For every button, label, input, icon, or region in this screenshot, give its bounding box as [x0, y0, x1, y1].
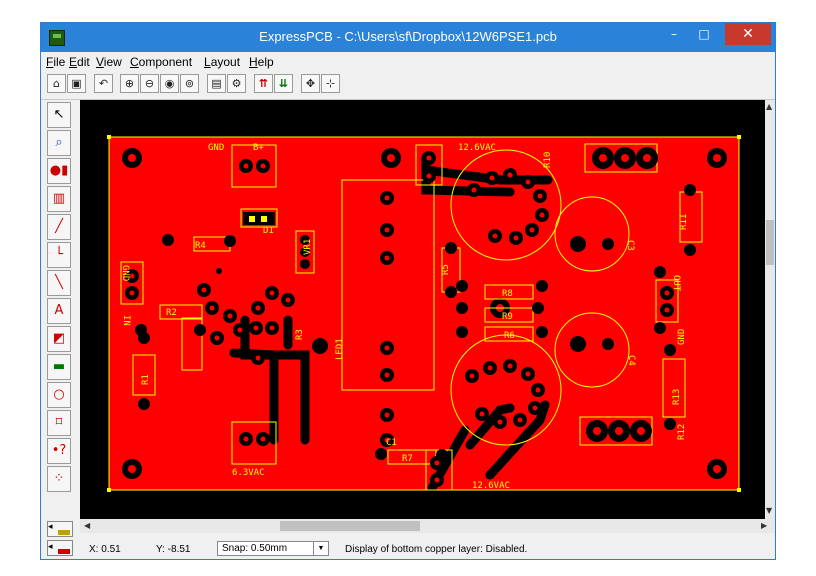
close-button[interactable]: ✕ [725, 23, 771, 45]
chevron-down-icon[interactable]: ▼ [313, 542, 328, 555]
pcb-label: OUT [671, 275, 681, 292]
tool-palette: ↖ ⌕ ●▮ ▥ ╱ └ ╲ A ◩ ▬ ○ ⌑ •? ⁘ [41, 100, 79, 521]
toolbar: ⌂ ▣ ↶ ⊕ ⊖ ◉ ⊚ ▤ ⚙ ⇈ ⇊ ✥ ⊹ [41, 71, 775, 100]
zoom-fit-icon[interactable]: ⊚ [180, 74, 199, 93]
pcb-label: C1 [386, 438, 397, 448]
pcb-label: R4 [195, 241, 206, 251]
properties-icon[interactable]: ▤ [207, 74, 226, 93]
circle-tool-icon[interactable]: ○ [47, 382, 71, 408]
pcb-label: R5 [441, 264, 451, 275]
pcb-label: IN [121, 315, 131, 326]
menu-component[interactable]: Component [130, 55, 192, 69]
scroll-down-icon[interactable]: ▼ [766, 506, 772, 515]
zoom-in-icon[interactable]: ⊕ [120, 74, 139, 93]
status-bar: ◂ X: 0.51 Y: -8.51 Snap: 0.50mm ▼ Displa… [41, 539, 775, 559]
top-layer-toggle-icon[interactable]: ◂ [47, 521, 73, 537]
pcb-label: C4 [626, 355, 636, 366]
pcb-label: D1 [263, 226, 274, 236]
ground-plane-icon[interactable]: ▬ [47, 354, 71, 380]
pcb-label: R10 [543, 152, 553, 168]
bottom-layer-toggle-icon[interactable]: ◂ [47, 540, 73, 556]
query-tool-icon[interactable]: •? [47, 438, 71, 464]
component-tool-icon[interactable]: ▥ [47, 186, 71, 212]
cursor-x-readout: X: 0.51 [89, 544, 121, 555]
corner-trace-icon[interactable]: └ [47, 242, 71, 268]
pcb-canvas[interactable]: GND B+ 12.6VAC R10 R4 D1 VR1 R11 GND R5 … [80, 100, 765, 519]
menu-help[interactable]: Help [249, 55, 274, 69]
pcb-label: 6.3VAC [232, 468, 265, 478]
trace-tool-icon[interactable]: ╱ [47, 214, 71, 240]
zoom-tool-icon[interactable]: ⌕ [47, 130, 71, 156]
pcb-label: R7 [402, 454, 413, 464]
select-tool-icon[interactable]: ↖ [47, 102, 71, 128]
menu-edit[interactable]: Edit [69, 55, 90, 69]
vertical-scrollbar[interactable]: ▲ ▼ [765, 100, 775, 519]
fill-plane-icon[interactable]: ◩ [47, 326, 71, 352]
scroll-left-icon[interactable]: ◀ [84, 521, 90, 530]
pcb-label: B+ [253, 143, 264, 153]
pcb-label: C3 [625, 240, 635, 251]
snap-grid-select[interactable]: Snap: 0.50mm ▼ [217, 541, 329, 556]
pcb-label: 12.6VAC [472, 481, 510, 491]
horizontal-scroll-thumb[interactable] [280, 521, 420, 531]
move-icon[interactable]: ✥ [301, 74, 320, 93]
component-manager-icon[interactable]: ⚙ [227, 74, 246, 93]
pcb-label: 12.6VAC [458, 143, 496, 153]
maximize-button[interactable]: □ [689, 23, 719, 45]
save-icon[interactable]: ▣ [67, 74, 86, 93]
pcb-label: LED1 [335, 338, 345, 360]
minimize-button[interactable]: – [659, 23, 689, 45]
scroll-right-icon[interactable]: ▶ [761, 521, 767, 530]
rectangle-tool-icon[interactable]: ⌑ [47, 410, 71, 436]
menu-view[interactable]: View [96, 55, 122, 69]
menu-file[interactable]: File [46, 55, 65, 69]
pad-tool-icon[interactable]: ●▮ [47, 158, 71, 184]
menu-layout[interactable]: Layout [204, 55, 240, 69]
open-file-icon[interactable]: ⌂ [47, 74, 66, 93]
pcb-label: R12 [677, 424, 687, 440]
zoom-area-icon[interactable]: ◉ [160, 74, 179, 93]
snap-value: Snap: 0.50mm [222, 543, 288, 554]
pcb-label: R1 [141, 374, 151, 385]
undo-icon[interactable]: ↶ [94, 74, 113, 93]
bottom-layer-icon[interactable]: ⇊ [274, 74, 293, 93]
center-icon[interactable]: ⊹ [321, 74, 340, 93]
pcb-label: GND [208, 143, 224, 153]
pcb-label: R13 [672, 389, 682, 405]
status-message: Display of bottom copper layer: Disabled… [345, 544, 528, 555]
pcb-label: R9 [502, 312, 513, 322]
zoom-out-icon[interactable]: ⊖ [140, 74, 159, 93]
pcb-label: R2 [166, 308, 177, 318]
pcb-label: R8 [502, 289, 513, 299]
pcb-label: GND [120, 265, 130, 281]
pcb-label: R11 [679, 214, 689, 230]
title-bar[interactable]: ExpressPCB - C:\Users\sf\Dropbox\12W6PSE… [41, 23, 775, 52]
cursor-y-readout: Y: -8.51 [156, 544, 191, 555]
pcb-label: R6 [504, 331, 515, 341]
pcb-label: GND [677, 329, 687, 345]
app-window: ExpressPCB - C:\Users\sf\Dropbox\12W6PSE… [40, 22, 776, 560]
scroll-up-icon[interactable]: ▲ [766, 102, 772, 111]
vertical-scroll-thumb[interactable] [766, 220, 774, 265]
pcb-board-drawing: GND B+ 12.6VAC R10 R4 D1 VR1 R11 GND R5 … [107, 135, 741, 493]
pcb-label: VR1 [303, 239, 313, 255]
ratsnest-tool-icon[interactable]: ⁘ [47, 466, 71, 492]
menu-bar: File Edit View Component Layout Help [41, 52, 775, 71]
top-layer-icon[interactable]: ⇈ [254, 74, 273, 93]
diagonal-trace-icon[interactable]: ╲ [47, 270, 71, 296]
text-tool-icon[interactable]: A [47, 298, 71, 324]
pcb-label: R3 [295, 329, 305, 340]
horizontal-scrollbar[interactable]: ◀ ▶ [80, 519, 775, 533]
